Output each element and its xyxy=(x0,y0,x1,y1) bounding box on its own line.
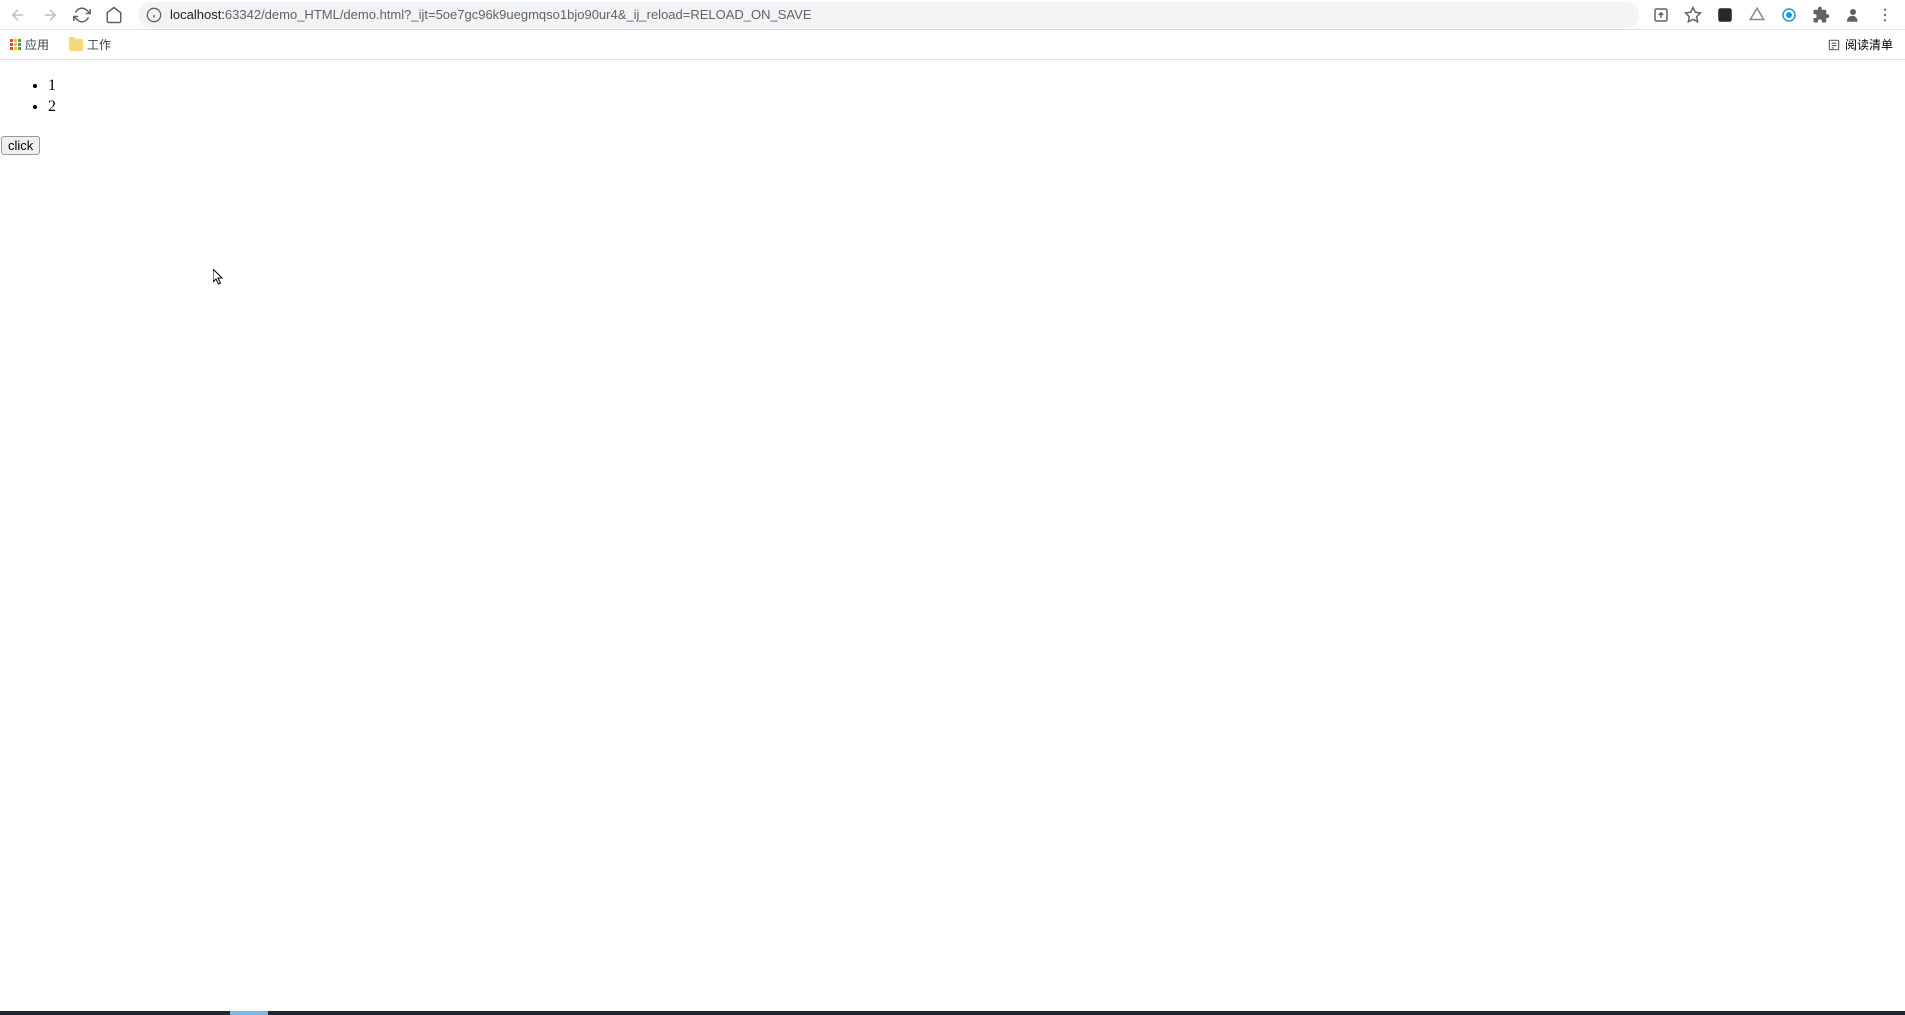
vue-icon xyxy=(1748,6,1766,24)
extensions-button[interactable] xyxy=(1809,3,1833,27)
puzzle-icon xyxy=(1812,6,1830,24)
url-host: localhost: xyxy=(170,7,225,22)
dots-vertical-icon xyxy=(1876,6,1894,24)
star-icon xyxy=(1684,6,1702,24)
apps-shortcut[interactable]: 应用 xyxy=(4,33,55,56)
site-info-icon[interactable] xyxy=(146,7,162,23)
extension-icon-2[interactable] xyxy=(1745,3,1769,27)
back-button[interactable] xyxy=(4,1,32,29)
list-item: 2 xyxy=(48,97,1897,118)
menu-button[interactable] xyxy=(1873,3,1897,27)
apps-grid-icon xyxy=(10,39,21,50)
toolbar-right xyxy=(1649,3,1901,27)
reload-button[interactable] xyxy=(68,1,96,29)
list-item: 1 xyxy=(48,76,1897,97)
reading-list-button[interactable]: 阅读清单 xyxy=(1827,36,1901,53)
extension-icon-1[interactable] xyxy=(1713,3,1737,27)
extension-icon-3[interactable] xyxy=(1777,3,1801,27)
bookmarks-bar: 应用 工作 阅读清单 xyxy=(0,30,1905,60)
arrow-left-icon xyxy=(9,6,27,24)
page-content: 1 2 click xyxy=(0,60,1905,163)
taskbar xyxy=(0,1011,1905,1015)
mouse-cursor-icon xyxy=(213,269,225,287)
arrow-right-icon xyxy=(41,6,59,24)
avatar-icon xyxy=(1844,6,1862,24)
address-bar[interactable]: localhost:63342/demo_HTML/demo.html?_ijt… xyxy=(138,2,1639,28)
browser-toolbar: localhost:63342/demo_HTML/demo.html?_ijt… xyxy=(0,0,1905,30)
share-icon xyxy=(1652,6,1670,24)
taskbar-active-indicator xyxy=(230,1011,268,1015)
bookmark-star-button[interactable] xyxy=(1681,3,1705,27)
circle-icon xyxy=(1780,6,1798,24)
forward-button[interactable] xyxy=(36,1,64,29)
home-button[interactable] xyxy=(100,1,128,29)
folder-icon xyxy=(69,39,83,51)
profile-button[interactable] xyxy=(1841,3,1865,27)
url-path: 63342/demo_HTML/demo.html?_ijt=5oe7gc96k… xyxy=(225,7,812,22)
folder-label: 工作 xyxy=(87,36,111,53)
github-icon xyxy=(1716,6,1734,24)
click-button[interactable]: click xyxy=(1,136,40,155)
bookmark-folder-work[interactable]: 工作 xyxy=(63,33,117,56)
reload-icon xyxy=(73,6,91,24)
home-icon xyxy=(105,6,123,24)
reading-list-icon xyxy=(1827,38,1841,52)
share-button[interactable] xyxy=(1649,3,1673,27)
reading-list-label: 阅读清单 xyxy=(1845,36,1893,53)
item-list: 1 2 xyxy=(8,76,1897,118)
apps-label: 应用 xyxy=(25,36,49,53)
